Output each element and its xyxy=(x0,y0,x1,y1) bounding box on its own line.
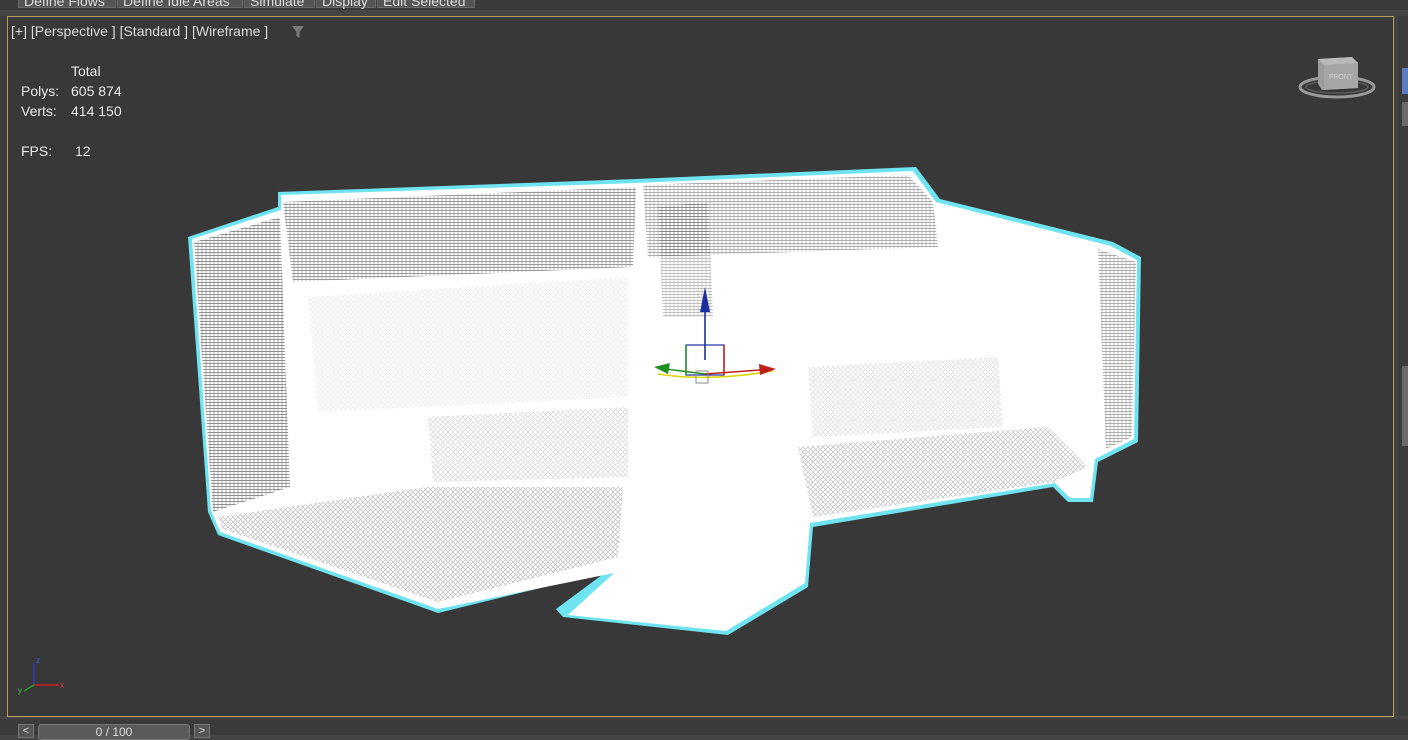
stats-header: Total xyxy=(71,63,101,79)
tab-define-idle-areas[interactable]: Define Idle Areas xyxy=(117,0,243,9)
viewport-point-of-view-menu[interactable]: [Perspective ] xyxy=(31,23,116,39)
fps-label: FPS: xyxy=(21,143,53,159)
filter-icon[interactable] xyxy=(291,25,305,39)
right-strip-tab[interactable] xyxy=(1402,102,1408,126)
right-strip-scrollbar[interactable] xyxy=(1402,366,1408,446)
tab-display[interactable]: Display xyxy=(316,0,376,9)
sofa-model[interactable] xyxy=(188,167,1141,635)
viewport-label-menu: [+] [Perspective ] [Standard ] [Wirefram… xyxy=(11,23,268,39)
verts-label: Verts: xyxy=(21,103,57,119)
tab-edit-selected[interactable]: Edit Selected xyxy=(377,0,475,9)
previous-frame-button[interactable]: < xyxy=(18,724,34,738)
verts-value: 414 150 xyxy=(71,103,122,119)
svg-text:z: z xyxy=(36,656,40,665)
svg-text:y: y xyxy=(18,686,22,695)
viewport-shading-standard-menu[interactable]: [Standard ] xyxy=(120,23,189,39)
perspective-viewport[interactable]: [+] [Perspective ] [Standard ] [Wirefram… xyxy=(7,16,1394,717)
viewcube-face-label: FRONT xyxy=(1329,74,1354,81)
scene-canvas[interactable] xyxy=(8,17,1394,717)
ribbon-tabs: Define Flows Define Idle Areas Simulate … xyxy=(0,0,1408,10)
tab-define-flows[interactable]: Define Flows xyxy=(18,0,116,9)
time-slider[interactable]: 0 / 100 xyxy=(38,724,190,740)
next-frame-button[interactable]: > xyxy=(194,724,210,738)
time-slider-bar: < 0 / 100 > xyxy=(0,719,1408,740)
viewcube-icon[interactable]: FRONT xyxy=(1296,51,1378,101)
tab-simulate[interactable]: Simulate xyxy=(244,0,315,9)
right-strip-tab-active[interactable] xyxy=(1402,68,1408,94)
right-command-strip xyxy=(1398,16,1408,716)
fps-value: 12 xyxy=(75,143,91,159)
polys-label: Polys: xyxy=(21,83,60,99)
axis-tripod-icon: z x y xyxy=(18,656,64,695)
viewport-general-menu[interactable]: [+] xyxy=(11,23,27,39)
left-command-strip xyxy=(0,16,7,716)
viewport-display-mode-menu[interactable]: [Wireframe ] xyxy=(192,23,268,39)
polys-value: 605 874 xyxy=(71,83,122,99)
svg-text:x: x xyxy=(60,681,64,690)
